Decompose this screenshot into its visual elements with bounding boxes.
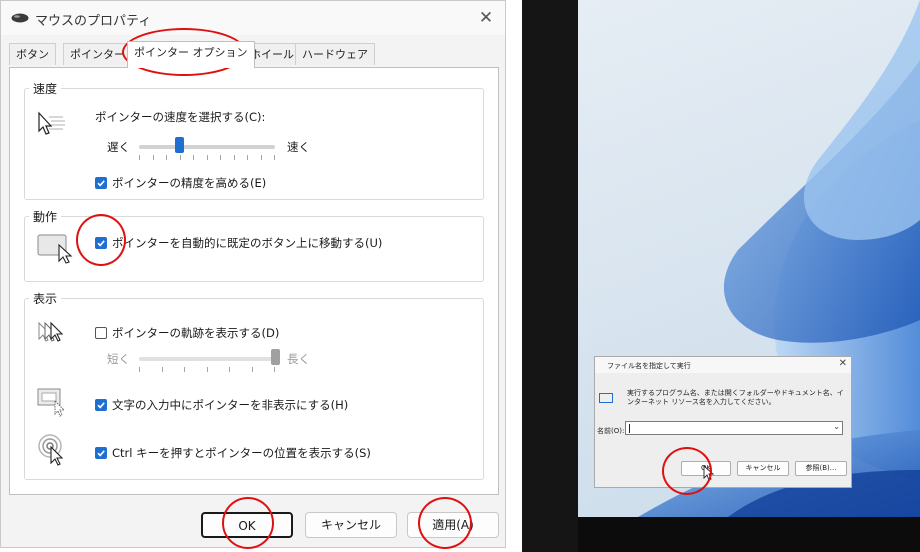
tab-panel-pointer-options: 速度 ポインターの速度を選択する(C): 遅く 速く ポインターの精度を高める(… [9,67,499,495]
tab-strip: ボタン ポインター ポインター オプション ホイール ハードウェア [9,41,499,68]
enhance-precision-checkbox[interactable]: ポインターの精度を高める(E) [95,175,266,191]
run-dropdown-chevron-down-icon[interactable]: ⌄ [833,422,840,431]
close-button[interactable]: ✕ [473,5,499,31]
pointer-trails-checkbox-box [95,327,107,339]
text-caret [629,424,630,433]
hide-while-typing-icon [37,388,66,417]
show-location-ctrl-checkbox[interactable]: Ctrl キーを押すとポインターの位置を表示する(S) [95,445,371,461]
mouse-icon [11,13,29,23]
run-title-bar: ファイル名を指定して実行 ✕ [595,357,851,373]
tab-buttons[interactable]: ボタン [9,43,56,65]
dialog-title: マウスのプロパティ [35,14,152,29]
pointer-trails-slider-thumb[interactable] [270,349,280,365]
enhance-precision-checkmark-icon [95,177,107,189]
run-dialog-title: ファイル名を指定して実行 [607,362,691,370]
run-command-input[interactable]: ⌄ [625,421,843,435]
slider-tick [251,367,253,372]
slider-tick [179,155,181,160]
run-name-label: 名前(O): [597,427,625,435]
mouse-cursor-icon [703,465,715,481]
slider-tick [274,367,275,372]
monitor-bezel [578,517,920,552]
visibility-group: 表示 ポインターの軌跡を表示する(D) 短く 長く 文字の入力中にポインターを非… [24,290,484,480]
pointer-trails-label: ポインターの軌跡を表示する(D) [112,326,280,340]
ok-button[interactable]: OK [201,512,293,538]
show-location-icon [38,434,64,466]
run-cancel-button[interactable]: キャンセル [737,461,789,476]
slider-tick [139,155,140,160]
short-label: 短く [107,352,130,366]
snap-to-button-icon [37,234,73,264]
hide-while-typing-label: 文字の入力中にポインターを非表示にする(H) [112,398,349,412]
slider-tick [206,367,208,372]
trail-ticks [139,367,275,372]
mouse-properties-dialog: マウスのプロパティ ✕ ボタン ポインター ポインター オプション ホイール ハ… [0,0,506,548]
slider-tick [139,367,140,372]
slider-tick [166,155,167,160]
speed-label: ポインターの速度を選択する(C): [95,110,266,124]
snap-to-checkmark-icon [95,237,107,249]
snap-to-group: 動作 ポインターを自動的に既定のボタン上に移動する(U) [24,208,484,282]
title-bar: マウスのプロパティ ✕ [1,1,505,35]
slider-tick [152,155,154,160]
long-label: 長く [287,352,310,366]
motion-group-title: 速度 [29,80,62,97]
pointer-trails-icon [38,321,64,342]
show-location-ctrl-label: Ctrl キーを押すとポインターの位置を表示する(S) [112,446,371,460]
slider-tick [260,155,262,160]
speed-ticks [139,155,275,160]
run-description: 実行するプログラム名、または開くフォルダーやドキュメント名、インターネット リソ… [627,389,844,406]
slider-tick [184,367,185,372]
pointer-speed-slider-thumb[interactable] [175,137,185,153]
tab-pointer-options[interactable]: ポインター オプション [127,41,255,68]
pointer-trails-slider[interactable] [139,357,275,361]
show-location-checkmark-icon [95,447,107,459]
hide-while-typing-checkmark-icon [95,399,107,411]
slider-tick [206,155,208,160]
run-program-icon [599,393,613,403]
monitor-photo: ファイル名を指定して実行 ✕ 実行するプログラム名、または開くフォルダーやドキュ… [522,0,920,552]
slider-tick [161,367,163,372]
slider-tick [233,155,235,160]
slider-tick [229,367,230,372]
hide-while-typing-checkbox[interactable]: 文字の入力中にポインターを非表示にする(H) [95,397,348,413]
pointer-speed-slider[interactable] [139,145,275,149]
snap-to-default-checkbox[interactable]: ポインターを自動的に既定のボタン上に移動する(U) [95,235,382,251]
slider-tick [274,155,275,160]
slow-label: 遅く [107,140,130,154]
motion-group: 速度 ポインターの速度を選択する(C): 遅く 速く ポインターの精度を高める(… [24,80,484,200]
slider-tick [220,155,221,160]
apply-button[interactable]: 適用(A) [407,512,499,538]
slider-tick [193,155,194,160]
cancel-button[interactable]: キャンセル [305,512,397,538]
pointer-speed-icon [38,111,65,135]
visibility-group-title: 表示 [29,290,62,307]
slider-tick [247,155,248,160]
fast-label: 速く [287,140,310,154]
run-dialog: ファイル名を指定して実行 ✕ 実行するプログラム名、または開くフォルダーやドキュ… [594,356,852,488]
snap-to-group-title: 動作 [29,208,62,225]
tab-hardware[interactable]: ハードウェア [295,43,375,65]
snap-to-default-label: ポインターを自動的に既定のボタン上に移動する(U) [112,236,383,250]
run-browse-button[interactable]: 参照(B)... [795,461,847,476]
run-close-button[interactable]: ✕ [839,358,847,369]
tab-pointers[interactable]: ポインター [63,43,132,65]
enhance-precision-label: ポインターの精度を高める(E) [112,176,267,190]
pointer-trails-checkbox[interactable]: ポインターの軌跡を表示する(D) [95,325,279,341]
